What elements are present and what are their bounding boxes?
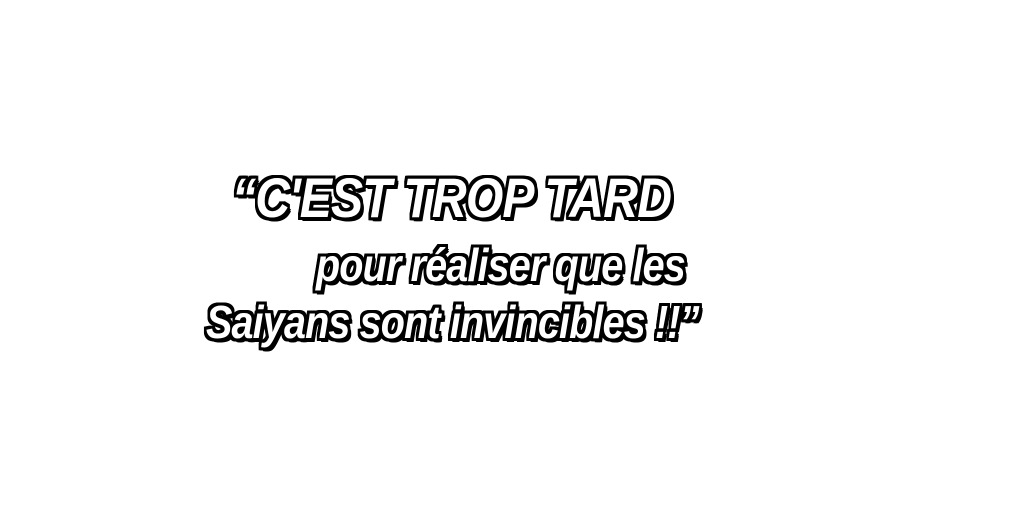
- quote-line-2: pour réaliser que les: [316, 239, 686, 291]
- quote-line-3: Saiyans sont invincibles !!”: [206, 296, 699, 348]
- quote-text-block: “C'EST TROP TARD pour réaliser que les S…: [0, 0, 1024, 512]
- quote-line-1: “C'EST TROP TARD: [232, 166, 672, 229]
